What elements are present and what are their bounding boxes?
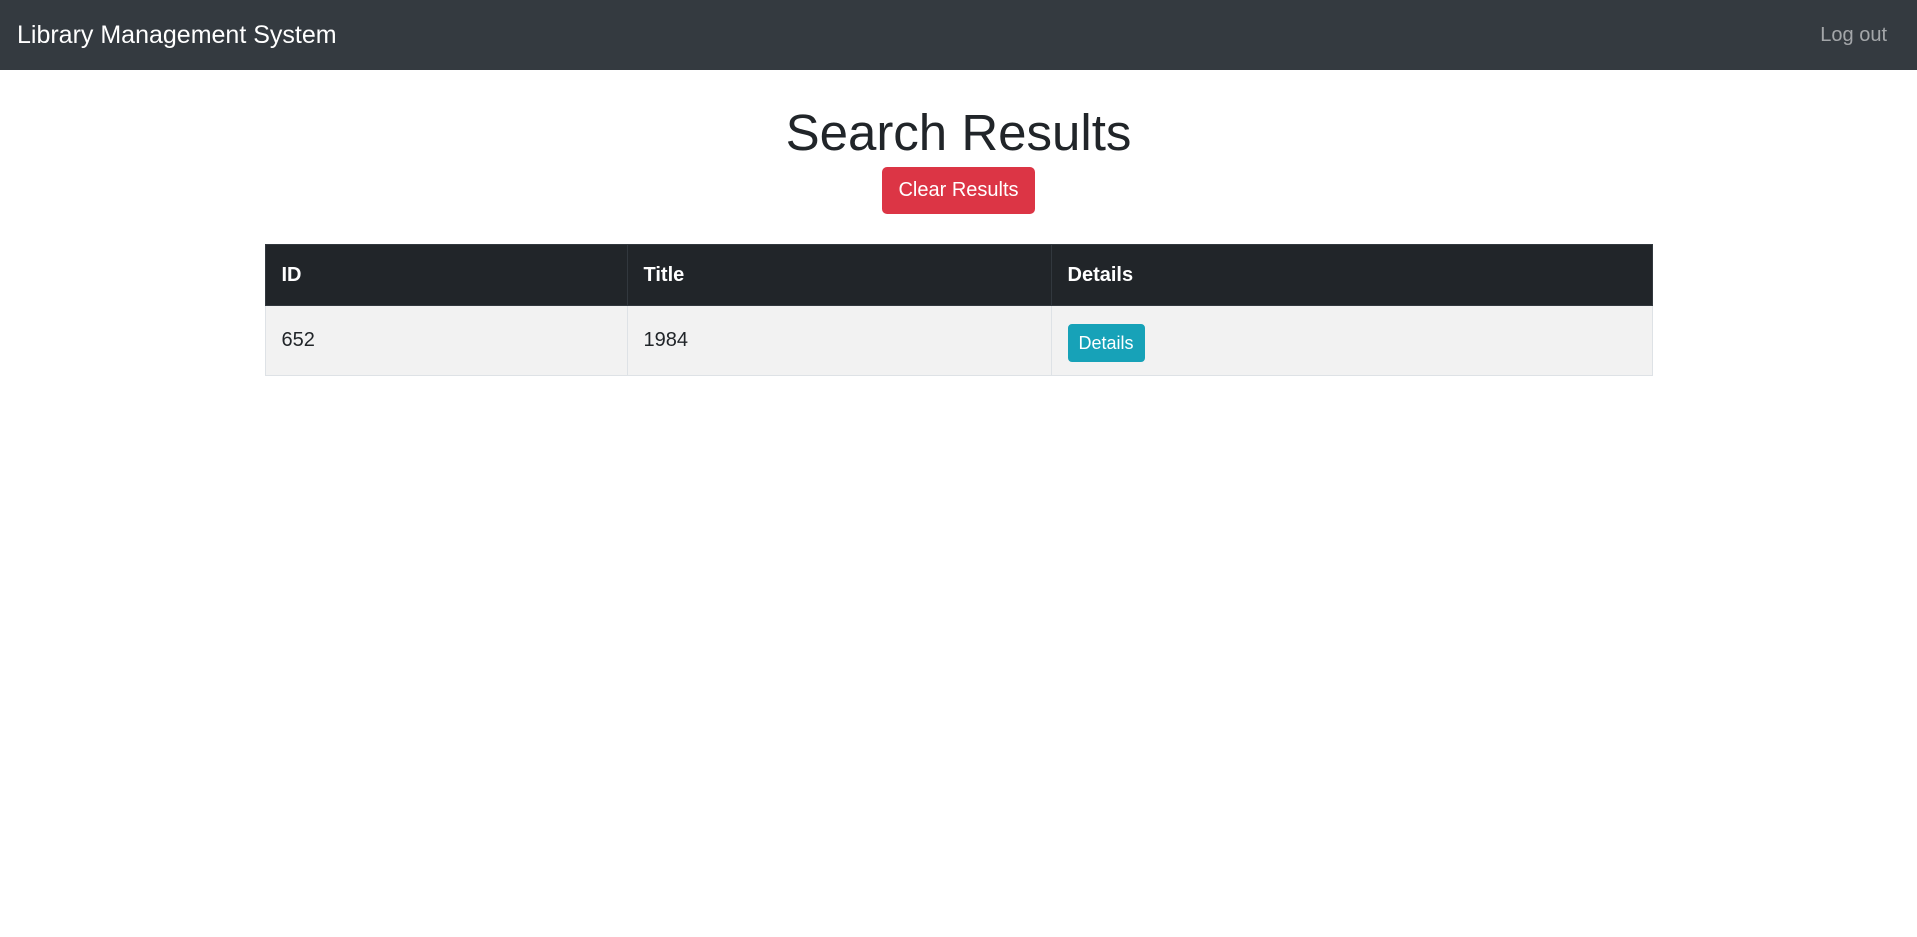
navbar-brand[interactable]: Library Management System [17, 21, 337, 50]
table-row: 652 1984 Details [264, 305, 1653, 377]
details-button[interactable]: Details [1067, 323, 1145, 362]
table-header-row: ID Title Details [264, 244, 1653, 307]
results-table: ID Title Details 652 1984 Details [264, 244, 1653, 377]
main-content: Search Results Clear Results ID Title De… [264, 102, 1653, 377]
logout-link[interactable]: Log out [1820, 24, 1887, 47]
cell-title: 1984 [626, 305, 1052, 377]
column-header-title: Title [626, 244, 1052, 307]
table-header: ID Title Details [264, 244, 1653, 307]
cell-id: 652 [264, 305, 628, 377]
page-title: Search Results [785, 104, 1132, 161]
navbar: Library Management System Log out [0, 0, 1917, 70]
column-header-id: ID [264, 244, 628, 307]
clear-results-button[interactable]: Clear Results [882, 167, 1035, 215]
column-header-details: Details [1050, 244, 1653, 307]
cell-details: Details [1050, 305, 1653, 377]
table-body: 652 1984 Details [264, 305, 1653, 377]
